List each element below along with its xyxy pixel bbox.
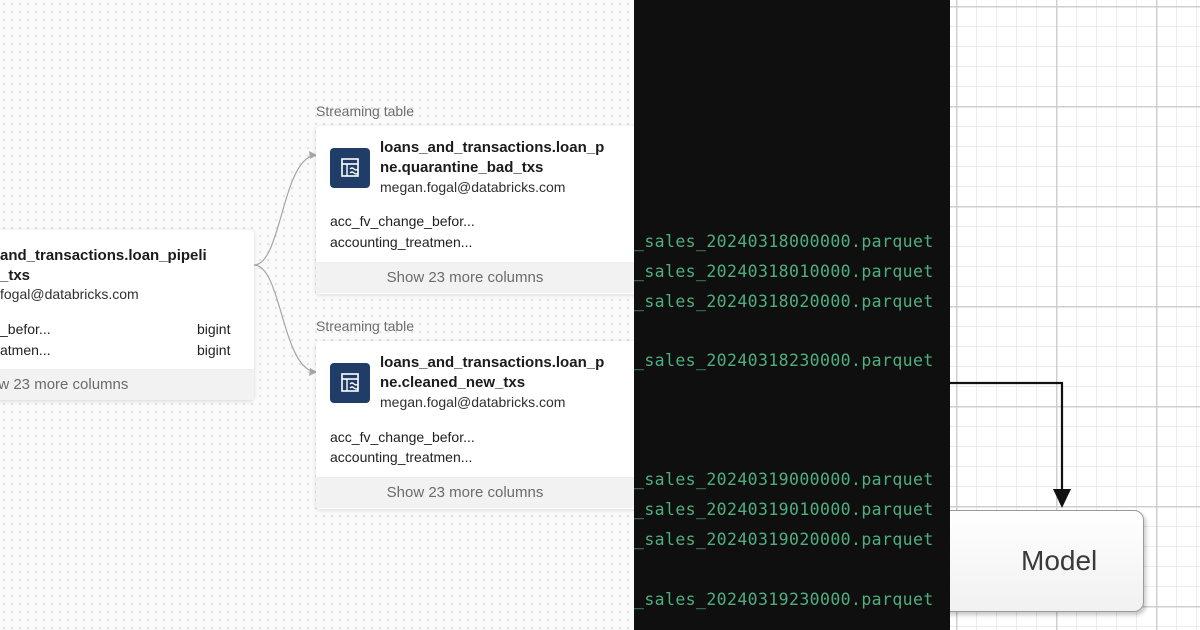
table-name-line1: loans_and_transactions.loan_p <box>380 354 605 371</box>
column-name: acc_fv_change_befor... <box>330 213 475 229</box>
show-more-columns-button[interactable]: ow 23 more columns <box>0 369 254 400</box>
node-kind-label: Streaming table <box>316 103 415 119</box>
node-kind-label: Streaming table <box>316 318 415 334</box>
model-node-label: Model <box>1021 545 1098 576</box>
edge-to-quarantine <box>253 154 318 266</box>
model-node[interactable]: Model <box>950 510 1144 612</box>
table-name-line1: loans_and_transactions.loan_p <box>380 139 605 156</box>
file-list-item: _sales_20240319000000.parquet <box>634 470 934 489</box>
file-list-item: _sales_20240318000000.parquet <box>634 232 934 251</box>
file-list-item: _sales_20240319010000.parquet <box>634 500 934 519</box>
streaming-table-icon <box>330 363 370 403</box>
table-name-line2: ne.cleaned_new_txs <box>380 374 526 391</box>
source-column-type: bigint <box>197 321 231 337</box>
source-table-card[interactable]: and_transactions.loan_pipeli _txs fogal@… <box>0 230 254 400</box>
arrow-down-icon <box>1053 489 1071 508</box>
source-table-owner: fogal@databricks.com <box>0 286 139 302</box>
streaming-table-card-cleaned[interactable]: loans_and_transactions.loan_p ne.cleaned… <box>316 341 634 509</box>
table-name-line2: ne.quarantine_bad_txs <box>380 159 544 176</box>
file-list-item: _sales_20240318020000.parquet <box>634 292 934 311</box>
show-more-columns-button[interactable]: Show 23 more columns <box>316 262 634 293</box>
source-column-type: bigint <box>197 342 231 358</box>
file-list-item: _sales_20240318010000.parquet <box>634 262 934 281</box>
file-list-item: _sales_20240319020000.parquet <box>634 530 934 549</box>
column-name: acc_fv_change_befor... <box>330 429 475 445</box>
streaming-table-icon <box>330 148 370 188</box>
column-name: accounting_treatmen... <box>330 449 473 465</box>
table-owner: megan.fogal@databricks.com <box>380 394 566 410</box>
pipeline-graph-canvas[interactable]: and_transactions.loan_pipeli _txs fogal@… <box>0 0 634 630</box>
source-table-name-line2: _txs <box>0 267 31 284</box>
file-list-item: _sales_20240318230000.parquet <box>634 351 934 370</box>
source-column-name: _befor... <box>0 321 51 337</box>
table-owner: megan.fogal@databricks.com <box>380 179 566 195</box>
terminal-panel: _sales_20240318000000.parquet _sales_202… <box>634 0 950 630</box>
diagram-canvas[interactable]: Model <box>950 0 1200 630</box>
column-name: accounting_treatmen... <box>330 234 473 250</box>
edge-to-cleaned <box>253 264 318 373</box>
file-list-item: _sales_20240319230000.parquet <box>634 590 934 609</box>
source-table-name-line1: and_transactions.loan_pipeli <box>0 247 207 264</box>
streaming-table-card-quarantine[interactable]: loans_and_transactions.loan_p ne.quarant… <box>316 126 634 294</box>
source-column-name: atmen... <box>0 342 51 358</box>
show-more-columns-button[interactable]: Show 23 more columns <box>316 477 634 508</box>
